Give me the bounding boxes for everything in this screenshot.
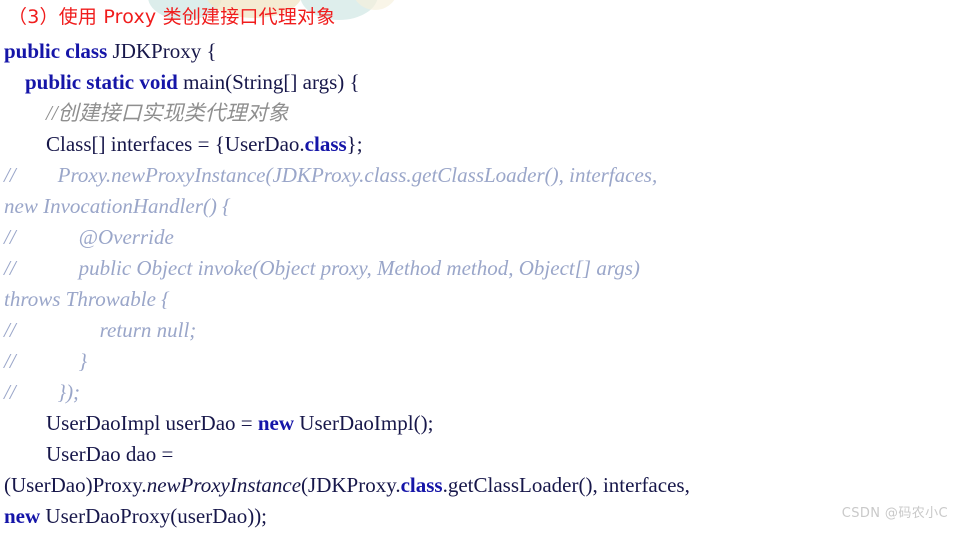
code-line: throws Throwable {: [0, 284, 958, 315]
code-token: public class: [4, 39, 113, 63]
code-token: (UserDao)Proxy.: [4, 473, 147, 497]
code-token: throws Throwable {: [4, 287, 170, 311]
code-line: // public Object invoke(Object proxy, Me…: [0, 253, 958, 284]
code-line: // @Override: [0, 222, 958, 253]
code-line: // }: [0, 346, 958, 377]
code-line: public static void main(String[] args) {: [0, 67, 958, 98]
code-line: UserDao dao =: [0, 439, 958, 470]
code-token: // return null;: [4, 318, 197, 342]
code-token: Proxy.newProxyInstance(JDKProxy.class.ge…: [57, 163, 658, 187]
code-token: JDKProxy {: [112, 39, 217, 63]
code-token: new: [257, 411, 295, 435]
code-line: (UserDao)Proxy.newProxyInstance(JDKProxy…: [0, 470, 958, 501]
code-line: // return null;: [0, 315, 958, 346]
code-line: new UserDaoProxy(userDao));: [0, 501, 958, 532]
decorative-blob-cream-2: [352, 0, 398, 10]
code-token: // public Object invoke(Object proxy, Me…: [4, 256, 640, 280]
code-token: //创建接口实现类代理对象: [4, 101, 289, 125]
code-line: //创建接口实现类代理对象: [0, 98, 958, 129]
code-token: Class[] interfaces = {UserDao.: [4, 132, 305, 156]
code-line: new InvocationHandler() {: [0, 191, 958, 222]
code-token: UserDaoImpl();: [294, 411, 434, 435]
code-line: UserDaoImpl userDao = new UserDaoImpl();: [0, 408, 958, 439]
code-token: UserDao dao =: [4, 442, 174, 466]
code-token: UserDaoImpl userDao =: [4, 411, 258, 435]
code-token: (JDKProxy.: [301, 473, 401, 497]
csdn-watermark: CSDN @码农小C: [841, 506, 948, 521]
code-token: new: [4, 504, 41, 528]
code-token: // });: [4, 380, 81, 404]
code-token: main(String[] args) {: [183, 70, 360, 94]
code-token: public static void: [25, 70, 184, 94]
code-token: new InvocationHandler() {: [4, 194, 231, 218]
code-token: // }: [4, 349, 88, 373]
code-token: UserDaoProxy(userDao));: [40, 504, 268, 528]
code-token: newProxyInstance: [146, 473, 302, 497]
code-token: class: [304, 132, 347, 156]
code-token: class: [400, 473, 443, 497]
code-line: public class JDKProxy {: [0, 36, 958, 67]
code-token: };: [346, 132, 363, 156]
code-line: Class[] interfaces = {UserDao.class};: [0, 129, 958, 160]
section-heading: （3）使用 Proxy 类创建接口代理对象: [8, 6, 336, 28]
code-line: // Proxy.newProxyInstance(JDKProxy.class…: [0, 160, 958, 191]
code-line: // });: [0, 377, 958, 408]
code-listing: public class JDKProxy { public static vo…: [0, 36, 958, 532]
code-token: .getClassLoader(), interfaces,: [442, 473, 690, 497]
code-token: //: [4, 163, 58, 187]
code-token: // @Override: [4, 225, 174, 249]
